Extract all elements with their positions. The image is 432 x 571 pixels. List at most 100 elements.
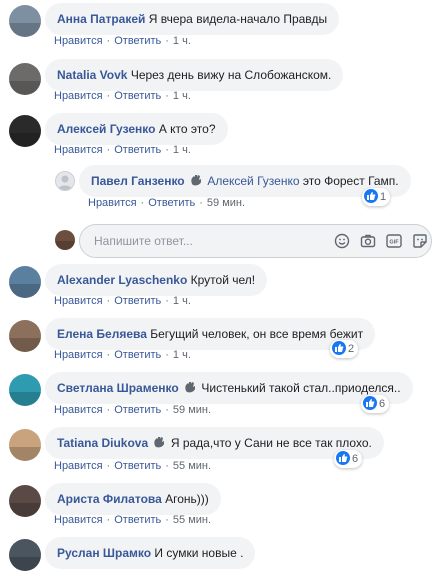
reply-link[interactable]: Ответить [114,514,161,526]
comment-author[interactable]: Светлана Шраменко [57,381,179,395]
reply-link[interactable]: Ответить [114,404,161,416]
like-icon [332,341,346,355]
comment-actions: Нравится · Ответить · 1 ч. [54,90,191,102]
comment-author[interactable]: Руслан Шрамко [57,546,151,560]
comment-text: Через день вижу на Слобожанском. [130,68,332,82]
mention-link[interactable]: Алексей Гузенко [207,174,299,188]
comment-text: это Форест Гамп. [302,174,399,188]
svg-text:GIF: GIF [389,240,399,246]
avatar[interactable] [9,374,41,406]
sticker-icon[interactable] [412,233,428,249]
avatar[interactable] [9,429,41,461]
comment-time[interactable]: 55 мин. [173,514,211,526]
emoji-icon[interactable] [334,233,350,249]
comment-text: Агонь))) [165,492,209,506]
default-user-icon [58,175,72,190]
current-user-avatar [55,230,75,250]
comment-time[interactable]: 59 мин. [207,197,245,209]
comment-bubble: Natalia Vovk Через день вижу на Слобожан… [45,59,344,91]
reply-link[interactable]: Ответить [114,35,161,47]
reply-link[interactable]: Ответить [114,460,161,472]
reply-link[interactable]: Ответить [114,295,161,307]
avatar[interactable] [9,5,41,37]
reply-input-box[interactable]: GIF [79,224,432,258]
comment-bubble: Павел Ганзенко Алексей Гузенко это Форес… [79,165,411,197]
comment-actions: Нравится · Ответить · 55 мин. [54,514,212,526]
waving-hand-icon [191,175,201,186]
avatar[interactable] [55,171,75,191]
comment-time[interactable]: 55 мин. [173,460,211,472]
comment-bubble: Руслан Шрамко И сумки новые . [45,537,256,569]
reaction-count[interactable]: 6 [334,450,363,468]
reply-link[interactable]: Ответить [114,349,161,361]
comment-time[interactable]: 1 ч. [173,349,191,361]
reaction-number: 1 [380,191,387,203]
comment-bubble: Ариста Филатова Агонь))) [45,483,221,515]
like-link[interactable]: Нравится [54,90,103,102]
avatar[interactable] [9,320,41,352]
like-link[interactable]: Нравится [54,349,103,361]
like-link[interactable]: Нравится [54,295,103,307]
comment-time[interactable]: 1 ч. [173,90,191,102]
comment-author[interactable]: Анна Патракей [57,12,145,26]
comment-text: Крутой чел! [190,273,256,287]
reaction-count[interactable]: 2 [330,340,359,358]
like-link[interactable]: Нравится [54,514,103,526]
gif-icon[interactable]: GIF [386,233,402,249]
comment-actions: Нравится · Ответить · 59 мин. [54,404,212,416]
comment-actions: Нравится · Ответить · 1 ч. [54,349,191,361]
comment-actions: Нравится · Ответить · 1 ч. [54,295,191,307]
reply-link[interactable]: Ответить [114,90,161,102]
waving-hand-icon [154,437,165,448]
comment-bubble: Анна Патракей Я вчера видела-начало Прав… [45,3,340,35]
comment-text: Я рада,что у Сани не все так плохо. [170,436,372,450]
reply-link[interactable]: Ответить [114,144,161,156]
like-icon [364,189,378,203]
reaction-count[interactable]: 6 [361,395,390,413]
comment-author[interactable]: Natalia Vovk [57,68,127,82]
comment-text: И сумки новые . [154,546,244,560]
comment-time[interactable]: 59 мин. [173,404,211,416]
comment-author[interactable]: Павел Ганзенко [91,174,185,188]
comment-author[interactable]: Ариста Филатова [57,492,162,506]
reply-link[interactable]: Ответить [148,197,195,209]
reaction-number: 2 [348,343,355,355]
comment-text: А кто это? [158,122,216,136]
comment-bubble: Елена Беляева Бегущий человек, он все вр… [45,318,376,350]
reaction-number: 6 [352,453,359,465]
comment-time[interactable]: 1 ч. [173,144,191,156]
avatar[interactable] [9,266,41,298]
comment-actions: Нравится · Ответить · 55 мин. [54,460,212,472]
avatar[interactable] [9,485,41,517]
comment-bubble: Светлана Шраменко Чистенький такой стал.… [45,372,413,404]
comment-actions: Нравится · Ответить · 1 ч. [54,35,191,47]
avatar[interactable] [9,539,41,571]
like-link[interactable]: Нравится [54,144,103,156]
comment-author[interactable]: Alexander Lyaschenko [57,273,187,287]
comment-bubble: Tatiana Diukova Я рада,что у Сани не все… [45,427,384,459]
comment-author[interactable]: Елена Беляева [57,327,147,341]
comment-text: Чистенький такой стал..приоделся.. [201,381,401,395]
comment-time[interactable]: 1 ч. [173,35,191,47]
comment-text: Бегущий человек, он все время бежит [150,327,364,341]
like-link[interactable]: Нравится [54,404,103,416]
comment-actions: Нравится · Ответить · 59 мин. [88,197,246,209]
camera-icon[interactable] [360,233,376,249]
reply-input[interactable] [92,225,316,257]
like-icon [336,451,350,465]
comment-actions: Нравится · Ответить · 1 ч. [54,144,191,156]
comment-time[interactable]: 1 ч. [173,295,191,307]
reaction-number: 6 [379,398,386,410]
comment-bubble: Алексей Гузенко А кто это? [45,113,228,145]
comment-author[interactable]: Алексей Гузенко [57,122,155,136]
reaction-count[interactable]: 1 [362,188,391,206]
like-link[interactable]: Нравится [88,197,137,209]
avatar[interactable] [9,63,41,95]
comment-bubble: Alexander Lyaschenko Крутой чел! [45,264,268,296]
comment-author[interactable]: Tatiana Diukova [57,436,148,450]
like-link[interactable]: Нравится [54,460,103,472]
like-link[interactable]: Нравится [54,35,103,47]
avatar[interactable] [9,115,41,147]
like-icon [363,396,377,410]
comment-text: Я вчера видела-начало Правды [148,12,328,26]
